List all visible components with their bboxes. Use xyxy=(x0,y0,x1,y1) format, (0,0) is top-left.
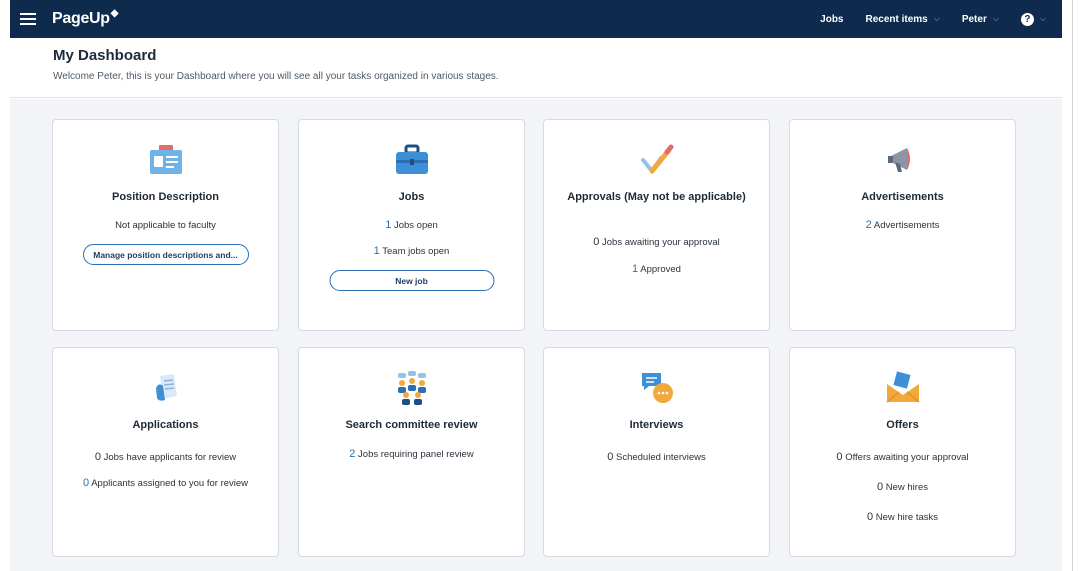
team-jobs-count[interactable]: 1 xyxy=(374,245,380,257)
approved-count[interactable]: 1 xyxy=(632,263,638,275)
welcome-message: Welcome Peter, this is your Dashboard wh… xyxy=(53,71,499,82)
help-icon: ? xyxy=(1020,12,1034,26)
interviews-count: 0 xyxy=(607,451,614,463)
card-position-description[interactable]: Position Description Not applicable to f… xyxy=(52,119,279,331)
jobs-open-line: 1 Jobs open xyxy=(309,218,514,233)
new-hires-line: 0 New hires xyxy=(800,480,1005,495)
card-applications[interactable]: Applications 0 Jobs have applicants for … xyxy=(52,347,279,557)
window-edge xyxy=(1072,0,1073,571)
nav-jobs-label: Jobs xyxy=(820,13,844,25)
new-hire-tasks-label: New hire tasks xyxy=(875,512,939,523)
new-job-button[interactable]: New job xyxy=(329,270,494,291)
top-nav: Jobs Recent items ⌵ Peter ⌵ ? ⌵ xyxy=(798,12,1046,26)
nav-jobs[interactable]: Jobs xyxy=(820,14,843,25)
brand-name: PageUp xyxy=(52,10,110,27)
panel-review-count[interactable]: 2 xyxy=(349,448,355,460)
approvals-awaiting-line: 0 Jobs awaiting your approval xyxy=(554,235,759,250)
envelope-icon xyxy=(886,371,919,403)
card-approvals[interactable]: Approvals (May not be applicable) 0 Jobs… xyxy=(543,119,770,331)
applications-review-count: 0 xyxy=(94,451,101,463)
logo-diamond-icon: ◆ xyxy=(110,8,119,19)
team-jobs-label: Team jobs open xyxy=(382,246,450,257)
jobs-open-label: Jobs open xyxy=(393,220,438,231)
id-card-icon xyxy=(149,145,182,174)
interviews-label: Scheduled interviews xyxy=(615,452,706,463)
card-jobs[interactable]: Jobs 1 Jobs open 1 Team jobs open New jo… xyxy=(298,119,525,331)
dashboard-header: My Dashboard Welcome Peter, this is your… xyxy=(10,38,1062,98)
new-hire-tasks-line: 0 New hire tasks xyxy=(800,510,1005,525)
card-advertisements[interactable]: Advertisements 2 Advertisements xyxy=(789,119,1016,331)
manage-position-descriptions-button[interactable]: Manage position descriptions and... xyxy=(82,244,249,265)
panel-review-line: 2 Jobs requiring panel review xyxy=(309,447,514,462)
card-title: Offers xyxy=(886,419,919,431)
megaphone-icon xyxy=(887,148,910,172)
chat-bubbles-icon xyxy=(641,373,673,403)
pageup-logo[interactable]: PageUp ◆ xyxy=(52,8,119,28)
offers-awaiting-count: 0 xyxy=(836,451,843,463)
card-offers[interactable]: Offers 0 Offers awaiting your approval 0… xyxy=(789,347,1016,557)
position-description-note: Not applicable to faculty xyxy=(115,220,216,231)
documents-icon xyxy=(155,374,177,401)
advertisements-label: Advertisements xyxy=(873,220,940,231)
nav-recent-items[interactable]: Recent items ⌵ xyxy=(866,14,940,25)
approvals-awaiting-label: Jobs awaiting your approval xyxy=(602,237,720,248)
checkmark-pencil-icon xyxy=(640,144,673,175)
card-title: Jobs xyxy=(398,191,425,203)
jobs-open-count[interactable]: 1 xyxy=(385,219,391,231)
nav-recent-items-label: Recent items xyxy=(865,13,928,25)
applicants-assigned-label: Applicants assigned to you for review xyxy=(91,478,249,489)
team-jobs-line: 1 Team jobs open xyxy=(309,244,514,259)
chevron-down-icon: ⌵ xyxy=(1039,14,1046,23)
applicants-assigned-count[interactable]: 0 xyxy=(83,477,89,489)
applications-review-line: 0 Jobs have applicants for review xyxy=(63,450,268,465)
card-interviews[interactable]: Interviews 0 Scheduled interviews xyxy=(543,347,770,557)
advertisements-count[interactable]: 2 xyxy=(866,219,872,231)
approved-line: 1 Approved xyxy=(554,262,759,277)
new-hire-tasks-count: 0 xyxy=(866,511,874,523)
new-hires-count: 0 xyxy=(876,481,884,493)
card-title: Approvals (May not be applicable) xyxy=(567,191,746,203)
top-navigation-bar: PageUp ◆ Jobs Recent items ⌵ Peter ⌵ ? ⌵ xyxy=(10,0,1062,38)
chevron-down-icon: ⌵ xyxy=(992,14,999,23)
card-title: Position Description xyxy=(112,191,219,203)
committee-icon xyxy=(397,371,426,405)
approved-label: Approved xyxy=(640,264,681,275)
approvals-awaiting-count: 0 xyxy=(593,236,600,248)
nav-user-label: Peter xyxy=(961,13,987,25)
nav-help[interactable]: ? ⌵ xyxy=(1020,12,1046,26)
card-search-committee-review[interactable]: Search committee review 2 Jobs requiring… xyxy=(298,347,525,557)
card-title: Interviews xyxy=(629,419,684,431)
new-hires-label: New hires xyxy=(885,482,928,493)
nav-user-menu[interactable]: Peter ⌵ xyxy=(962,14,999,25)
offers-awaiting-line: 0 Offers awaiting your approval xyxy=(800,450,1005,465)
interviews-line: 0 Scheduled interviews xyxy=(554,450,759,465)
hamburger-menu-icon[interactable] xyxy=(20,12,36,26)
card-title: Search committee review xyxy=(345,419,478,431)
card-title: Advertisements xyxy=(861,191,944,203)
page-title: My Dashboard xyxy=(53,47,157,64)
applicants-assigned-line: 0 Applicants assigned to you for review xyxy=(78,476,253,491)
offers-awaiting-label: Offers awaiting your approval xyxy=(845,452,969,463)
advertisements-line: 2 Advertisements xyxy=(800,218,1005,233)
card-title: Applications xyxy=(132,419,199,431)
applications-review-label: Jobs have applicants for review xyxy=(103,452,237,463)
briefcase-icon xyxy=(395,144,428,174)
panel-review-label: Jobs requiring panel review xyxy=(358,449,474,460)
chevron-down-icon: ⌵ xyxy=(933,14,940,23)
